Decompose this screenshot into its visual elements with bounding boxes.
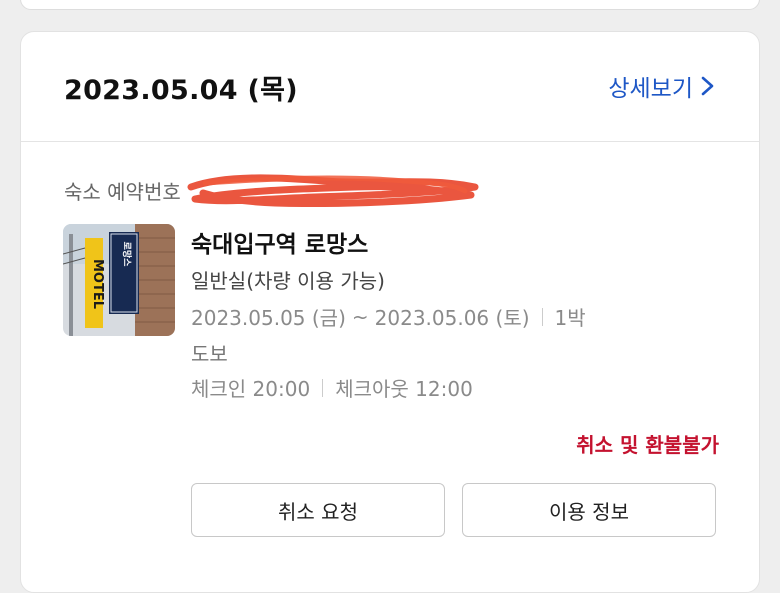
hotel-thumbnail[interactable]: 로망스 MOTEL (63, 224, 175, 336)
stay-dates: 2023.05.05 (금) ~ 2023.05.06 (토) 1박 (191, 302, 586, 331)
access-method: 도보 (191, 342, 228, 366)
header-divider (21, 141, 759, 142)
checkin-checkout-times: 체크인 20:00 체크아웃 12:00 (191, 373, 473, 402)
room-type: 일반실(차량 이용 가능) (191, 269, 385, 293)
reservation-number-row: 숙소 예약번호 (64, 173, 485, 207)
chevron-right-icon (701, 76, 714, 96)
hotel-photo: 로망스 MOTEL (63, 224, 175, 336)
thumbnail-sign-text: 로망스 (121, 242, 133, 268)
detail-view-label: 상세보기 (608, 76, 693, 102)
reservation-number-label: 숙소 예약번호 (64, 179, 181, 204)
usage-info-button[interactable]: 이용 정보 (462, 483, 716, 537)
divider-bar (541, 307, 543, 326)
redaction-scribble (187, 174, 479, 207)
refund-policy-notice: 취소 및 환불불가 (576, 433, 719, 457)
hotel-name[interactable]: 숙대입구역 로망스 (191, 225, 368, 259)
previous-booking-card (20, 0, 760, 10)
date-range-separator: ~ (351, 304, 369, 329)
divider-bar (322, 378, 324, 397)
detail-view-link[interactable]: 상세보기 (608, 69, 717, 103)
thumbnail-motel-sign: MOTEL (90, 259, 105, 309)
checkin-date: 2023.05.05 (금) (191, 306, 346, 330)
nights-count: 1박 (554, 306, 586, 330)
cancel-request-button[interactable]: 취소 요청 (191, 483, 445, 537)
booking-date: 2023.05.04 (목) (64, 75, 298, 106)
checkin-time: 체크인 20:00 (191, 377, 311, 401)
booking-card: 2023.05.04 (목) 상세보기 숙소 예약번호 로망스 MOTEL 숙대… (20, 31, 760, 593)
checkout-time: 체크아웃 12:00 (335, 377, 473, 401)
checkout-date: 2023.05.06 (토) (374, 306, 530, 330)
